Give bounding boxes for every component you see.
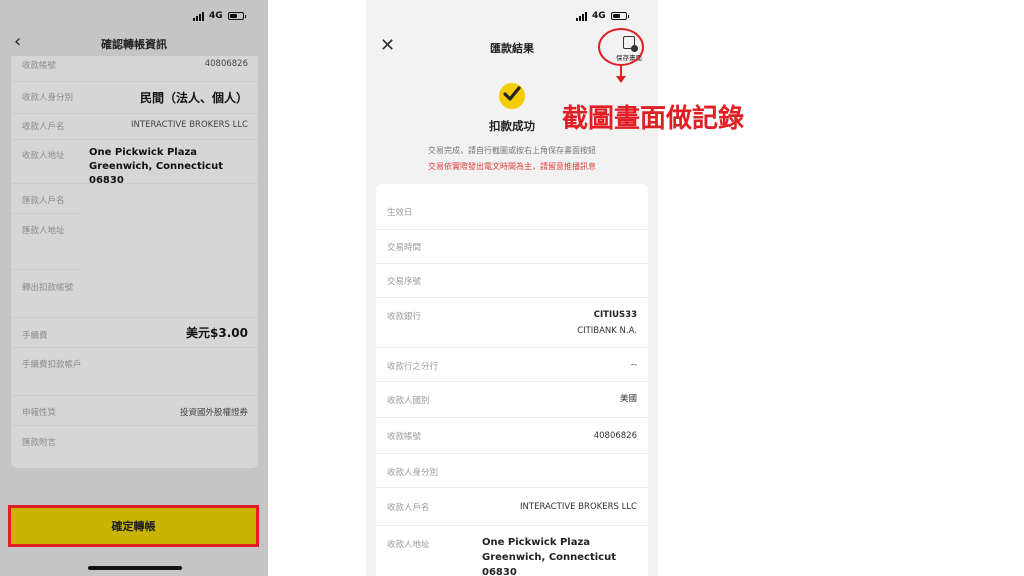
detail-row-debit-account: 轉出扣款帳號 — [11, 270, 258, 318]
highlight-circle — [598, 28, 644, 66]
page-title: 確認轉帳資訊 — [101, 38, 167, 51]
battery-icon — [610, 12, 629, 20]
highlight-arrow-head — [616, 76, 626, 83]
detail-row-country: 收款人國別 美國 — [376, 382, 648, 418]
detail-row-branch: 收款行之分行 -- — [376, 348, 648, 382]
detail-row-account: 收款帳號 40806826 — [376, 418, 648, 454]
confirm-transfer-screen: 4G ‹ 確認轉帳資訊 收款帳號 40806826 收款人身分別 民間（法人、個… — [0, 0, 268, 576]
detail-row-payee-address: 收款人地址 One Pickwick Plaza Greenwich, Conn… — [11, 140, 258, 186]
detail-row-fee-account: 手續費扣款帳戶 — [11, 348, 258, 396]
detail-row-identity: 收款人身分別 民間（法人、個人） — [11, 82, 258, 114]
signal-icon — [193, 11, 204, 21]
status-bar: 4G — [193, 9, 246, 23]
network-label: 4G — [592, 11, 606, 21]
battery-icon — [227, 12, 246, 20]
detail-row-transaction-time: 交易時間 — [376, 230, 648, 264]
detail-row-remitter-address: 匯款人地址 — [11, 214, 258, 270]
detail-row-payee-name: 收款人戶名 INTERACTIVE BROKERS LLC — [11, 114, 258, 140]
header: ‹ 確認轉帳資訊 — [0, 32, 268, 56]
detail-row-payee-address: 收款人地址 One Pickwick Plaza Greenwich, Conn… — [387, 537, 617, 576]
signal-icon — [576, 11, 587, 21]
detail-row-payee-bank: 收款銀行 CITIUS33 CITIBANK N.A. — [376, 298, 648, 348]
confirm-transfer-button[interactable]: 確定轉帳 — [8, 505, 259, 547]
status-bar: 4G — [576, 9, 629, 23]
detail-row-fee: 手續費 美元$3.00 — [11, 318, 258, 348]
screenshot-hint: 交易完成，請自行截圖或按右上角保存畫面按鈕 — [428, 146, 596, 155]
remittance-result-screen: 4G ✕ 匯款結果 保存畫面 扣款成功 交易完成，請自行截圖或按右上角保存畫面按… — [366, 0, 658, 576]
annotation-label: 截圖畫面做記錄 — [562, 104, 745, 134]
detail-row-effective-date: 生效日 — [376, 194, 648, 230]
detail-row-remark: 匯款附言 — [22, 438, 57, 448]
result-details-card: 生效日 交易時間 交易序號 收款銀行 CITIUS33 CITIBANK N.A… — [376, 184, 648, 576]
detail-row-payee-name: 收款人戶名 INTERACTIVE BROKERS LLC — [376, 488, 648, 526]
detail-row-remitter-name: 匯款人戶名 — [11, 184, 258, 214]
detail-row-declaration: 申報性質 投資國外股權證券 — [11, 396, 258, 426]
notification-warning: 交易依實際發出電文時間為主，請留意推播訊息 — [428, 162, 596, 171]
detail-row-account: 收款帳號 40806826 — [11, 56, 258, 82]
network-label: 4G — [209, 11, 223, 21]
home-indicator — [88, 566, 182, 570]
detail-row-transaction-no: 交易序號 — [376, 264, 648, 298]
success-check-icon — [499, 83, 525, 109]
transfer-details-card: 收款帳號 40806826 收款人身分別 民間（法人、個人） 收款人戶名 INT… — [11, 56, 258, 468]
detail-row-identity: 收款人身分別 — [376, 454, 648, 488]
